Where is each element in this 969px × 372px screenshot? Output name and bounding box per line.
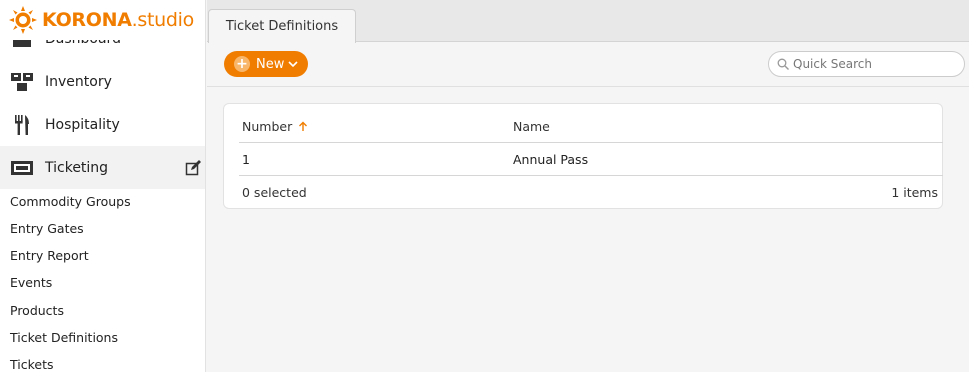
quick-search[interactable]	[768, 51, 965, 77]
boxes-icon	[10, 71, 34, 93]
sidebar-subitem-tickets[interactable]: Tickets	[10, 355, 54, 372]
sidebar-subitem-products[interactable]: Products	[10, 301, 64, 321]
header-divider	[239, 142, 943, 143]
sidebar-subitem-commodity-groups[interactable]: Commodity Groups	[10, 192, 131, 212]
app-logo[interactable]: KORONA.studio	[0, 0, 205, 40]
chevron-down-icon	[288, 61, 298, 68]
sidebar-item-ticketing[interactable]: Ticketing	[0, 146, 205, 189]
new-button-label: New	[256, 56, 285, 72]
column-header-number[interactable]: Number	[242, 119, 308, 134]
sidebar-item-inventory[interactable]: Inventory	[0, 60, 205, 103]
sidebar-item-label: Ticketing	[45, 159, 109, 176]
selection-count: 0 selected	[242, 185, 307, 200]
ticket-icon	[10, 157, 34, 179]
column-header-name[interactable]: Name	[513, 119, 550, 134]
column-header-label: Number	[242, 119, 293, 134]
fork-knife-icon	[10, 114, 34, 136]
korona-logo-icon	[9, 6, 37, 34]
sidebar-item-label: Inventory	[45, 73, 112, 90]
tab-ticket-definitions[interactable]: Ticket Definitions	[208, 9, 356, 43]
toolbar: + New	[207, 43, 969, 87]
tab-bar: Ticket Definitions	[207, 0, 969, 43]
items-count: 1 items	[891, 185, 938, 200]
search-icon	[777, 58, 789, 70]
sidebar-subitem-events[interactable]: Events	[10, 273, 52, 293]
sidebar-subitem-entry-gates[interactable]: Entry Gates	[10, 219, 84, 239]
cell-number: 1	[242, 152, 250, 167]
logo-suffix-text: .studio	[131, 9, 195, 31]
ticket-definitions-table: Number Name 1 Annual Pass 0 selected 1 i…	[223, 103, 943, 209]
plus-icon: +	[234, 56, 250, 72]
sort-ascending-icon	[299, 121, 308, 131]
sidebar-item-label: Hospitality	[45, 116, 120, 133]
edit-icon[interactable]	[185, 160, 201, 176]
sidebar-item-hospitality[interactable]: Hospitality	[0, 103, 205, 146]
sidebar: Dashboard KORONA.studio	[0, 0, 206, 372]
search-input[interactable]	[793, 57, 953, 71]
logo-brand-text: KORONA	[42, 9, 132, 31]
row-divider	[239, 175, 943, 176]
new-button[interactable]: + New	[224, 51, 308, 77]
sidebar-subitem-ticket-definitions[interactable]: Ticket Definitions	[10, 328, 118, 348]
cell-name: Annual Pass	[513, 152, 589, 167]
sidebar-subitem-entry-report[interactable]: Entry Report	[10, 246, 89, 266]
